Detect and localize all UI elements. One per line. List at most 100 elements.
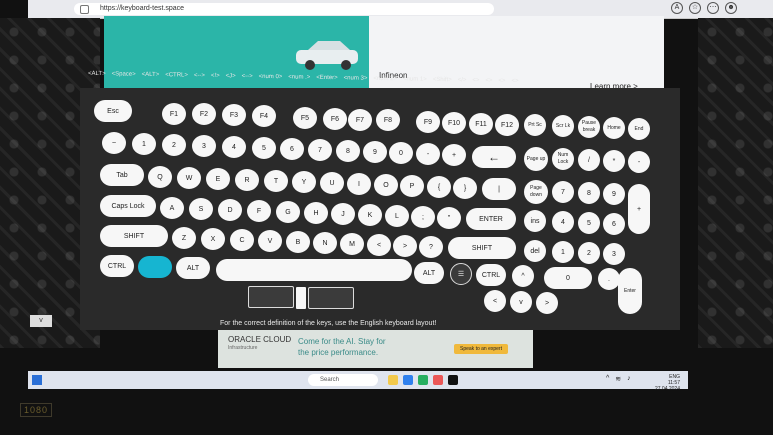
key-e[interactable]: E	[206, 168, 230, 190]
key-arrow-left[interactable]: <	[484, 290, 506, 312]
touchpad-left-button[interactable]	[248, 286, 294, 308]
key-6[interactable]: 6	[280, 138, 304, 160]
taskbar-search[interactable]: Search	[308, 374, 378, 386]
key-num-5[interactable]: 5	[578, 212, 600, 234]
key-f2[interactable]: F2	[192, 103, 216, 125]
profile-icon[interactable]: ☻	[725, 2, 737, 14]
key-num-3[interactable]: 3	[603, 243, 625, 265]
key-semicolon[interactable]: ;	[411, 206, 435, 228]
key-num-2[interactable]: 2	[578, 242, 600, 264]
windows-start-icon[interactable]	[32, 375, 42, 385]
key-d[interactable]: D	[218, 199, 242, 221]
key-esc[interactable]: Esc	[94, 100, 132, 122]
favorite-icon[interactable]: ☆	[689, 2, 701, 14]
key-w[interactable]: W	[177, 167, 201, 189]
key-x[interactable]: X	[201, 228, 225, 250]
key-num-7[interactable]: 7	[552, 181, 574, 203]
key-arrow-down[interactable]: v	[510, 291, 532, 313]
key-caps-lock[interactable]: Caps Lock	[100, 195, 156, 217]
key-num-8[interactable]: 8	[578, 182, 600, 204]
key-j[interactable]: J	[331, 203, 355, 225]
key-quote[interactable]: "	[437, 207, 461, 229]
key-y[interactable]: Y	[292, 171, 316, 193]
key-z[interactable]: Z	[172, 227, 196, 249]
key-a[interactable]: A	[160, 197, 184, 219]
oracle-advertisement[interactable]: ORACLE CLOUD Infrastructure Come for the…	[218, 330, 533, 368]
key-left-alt[interactable]: ALT	[176, 257, 210, 279]
key-insert[interactable]: ins	[524, 210, 546, 232]
key-num-0[interactable]: 0	[544, 267, 592, 289]
key-backspace[interactable]: ←	[472, 146, 516, 168]
browser-icon[interactable]	[403, 375, 413, 385]
key-f7[interactable]: F7	[348, 109, 372, 131]
key-print-screen[interactable]: Prt Sc	[524, 114, 546, 136]
key-windows[interactable]	[138, 256, 172, 278]
chevron-up-icon[interactable]: ^	[606, 375, 609, 383]
key-f1[interactable]: F1	[162, 103, 186, 125]
more-icon[interactable]: ⋯	[707, 2, 719, 14]
key-minus[interactable]: -	[416, 143, 440, 165]
key-n[interactable]: N	[313, 232, 337, 254]
key-greater-than[interactable]: >	[393, 235, 417, 257]
key-5[interactable]: 5	[252, 137, 276, 159]
key-8[interactable]: 8	[336, 140, 360, 162]
key-h[interactable]: H	[304, 202, 328, 224]
network-icon[interactable]: ≋	[615, 375, 621, 383]
ad-cta-button[interactable]: Speak to an expert	[454, 344, 508, 354]
key-pause[interactable]: Pause break	[578, 116, 600, 138]
key-num-divide[interactable]: /	[578, 149, 600, 171]
key-num-enter[interactable]: Enter	[618, 268, 642, 314]
key-f4[interactable]: F4	[252, 105, 276, 127]
key-3[interactable]: 3	[192, 135, 216, 157]
key-f11[interactable]: F11	[469, 113, 493, 135]
key-arrow-up[interactable]: ^	[512, 265, 534, 287]
key-num-decimal[interactable]: .	[598, 268, 620, 290]
key-page-up[interactable]: Page up	[524, 147, 548, 171]
key-o[interactable]: O	[374, 174, 398, 196]
key-p[interactable]: P	[400, 175, 424, 197]
volume-icon[interactable]: ♪	[627, 375, 631, 383]
key-less-than[interactable]: <	[367, 234, 391, 256]
key-question[interactable]: ?	[419, 236, 443, 258]
key-b[interactable]: B	[286, 231, 310, 253]
key-v[interactable]: V	[258, 230, 282, 252]
app-icon[interactable]	[418, 375, 428, 385]
key-f12[interactable]: F12	[495, 114, 519, 136]
key-tab[interactable]: Tab	[100, 164, 144, 186]
key-num-minus[interactable]: -	[628, 151, 650, 173]
key-g[interactable]: G	[276, 201, 300, 223]
address-bar[interactable]: https://keyboard-test.space	[74, 3, 494, 15]
key-f9[interactable]: F9	[416, 111, 440, 133]
key-num-9[interactable]: 9	[603, 183, 625, 205]
key-q[interactable]: Q	[148, 166, 172, 188]
key-right-shift[interactable]: SHIFT	[448, 237, 516, 259]
key-page-down[interactable]: Page down	[524, 180, 548, 204]
tray-clock[interactable]: ENG 11:57 27.04.2024	[655, 374, 680, 392]
key-num-multiply[interactable]: *	[603, 150, 625, 172]
key-backslash[interactable]: |	[482, 178, 516, 200]
key-num-plus[interactable]: +	[628, 184, 650, 234]
text-size-icon[interactable]: A	[671, 2, 683, 14]
key-num-6[interactable]: 6	[603, 213, 625, 235]
key-menu[interactable]: ☰	[450, 263, 472, 285]
key-right-brace[interactable]: }	[453, 177, 477, 199]
key-f5[interactable]: F5	[293, 107, 317, 129]
key-s[interactable]: S	[189, 198, 213, 220]
key-delete[interactable]: del	[524, 240, 546, 262]
key-r[interactable]: R	[235, 169, 259, 191]
key-home[interactable]: Home	[603, 117, 625, 139]
touchpad-right-button[interactable]	[308, 287, 354, 309]
key-left-ctrl[interactable]: CTRL	[100, 255, 134, 277]
key-c[interactable]: C	[230, 229, 254, 251]
key-7[interactable]: 7	[308, 139, 332, 161]
key-end[interactable]: End	[628, 118, 650, 140]
key-f10[interactable]: F10	[442, 112, 466, 134]
key-0[interactable]: 0	[389, 142, 413, 164]
key-u[interactable]: U	[320, 172, 344, 194]
key-f6[interactable]: F6	[323, 108, 347, 130]
key-right-ctrl[interactable]: CTRL	[476, 264, 506, 286]
key-m[interactable]: M	[340, 233, 364, 255]
key-num-1[interactable]: 1	[552, 241, 574, 263]
key-i[interactable]: I	[347, 173, 371, 195]
key-arrow-right[interactable]: >	[536, 292, 558, 314]
